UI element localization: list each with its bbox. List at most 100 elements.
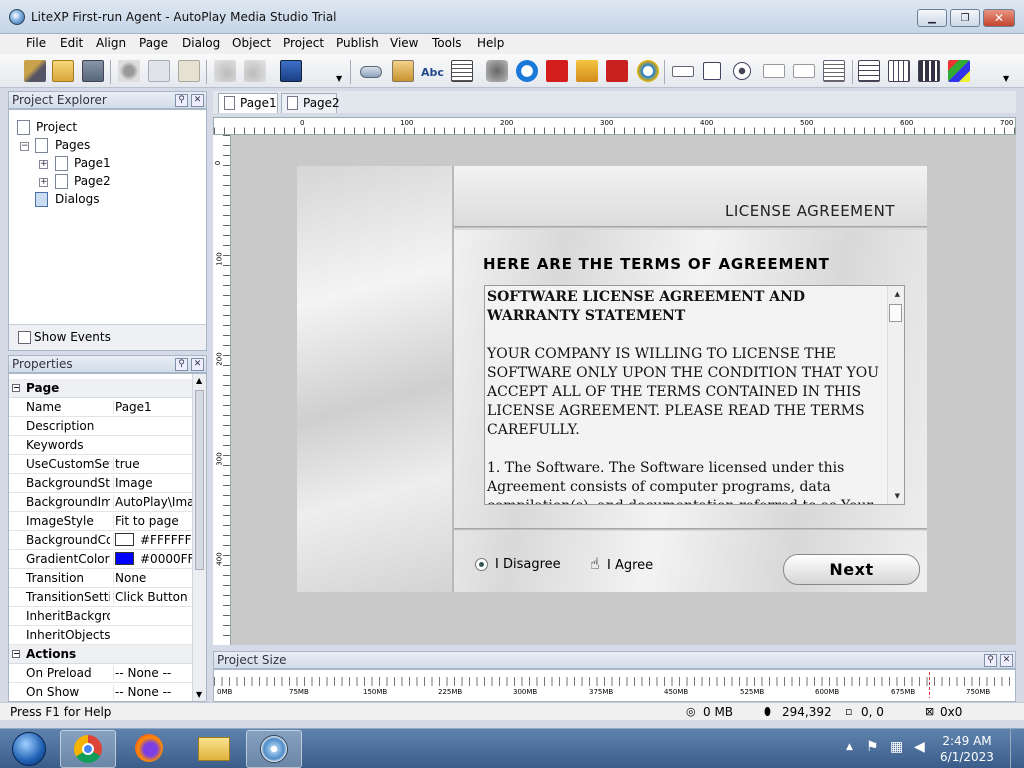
category-actions[interactable]: − Actions (9, 645, 193, 664)
button-object-icon[interactable] (360, 66, 382, 78)
prop-row[interactable]: On Preload -- None -- (9, 664, 193, 683)
copy-icon[interactable] (148, 60, 170, 82)
preview-icon[interactable] (280, 60, 302, 82)
scroll-thumb[interactable] (195, 390, 204, 570)
firefox-taskbar-icon[interactable] (122, 730, 178, 768)
scroll-up-icon[interactable]: ▲ (895, 290, 900, 298)
combobox-object-icon[interactable] (763, 64, 785, 78)
tab-page1[interactable]: Page1 (218, 93, 278, 113)
file-explorer-taskbar-icon[interactable] (186, 730, 242, 768)
close-icon[interactable]: ✕ (191, 94, 204, 107)
grid-object-icon[interactable] (858, 60, 880, 82)
collapse-icon[interactable]: − (12, 650, 20, 658)
menu-project[interactable]: Project (283, 36, 324, 50)
prop-row[interactable]: Name Page1 (9, 398, 193, 417)
prop-row[interactable]: ImageStyle Fit to page (9, 512, 193, 531)
scroll-down-icon[interactable]: ▼ (196, 690, 202, 699)
pdf-object-icon[interactable] (606, 60, 628, 82)
tree-object-icon[interactable] (823, 60, 845, 82)
close-icon[interactable]: ✕ (191, 358, 204, 371)
network-icon[interactable]: ▦ (890, 739, 903, 755)
prop-row[interactable]: Transition None (9, 569, 193, 588)
prop-row[interactable]: InheritObjects (9, 626, 193, 645)
close-button[interactable]: ✕ (983, 9, 1015, 27)
radio-object-icon[interactable] (733, 62, 751, 80)
system-clock[interactable]: 2:49 AM 6/1/2023 (932, 733, 1002, 765)
toolbar-overflow-icon[interactable]: ▼ (1003, 74, 1009, 83)
flash-object-icon[interactable] (546, 60, 568, 82)
xbutton-object-icon[interactable] (948, 60, 970, 82)
action-center-icon[interactable]: ⚑ (866, 739, 879, 755)
expand-icon[interactable]: + (39, 178, 48, 187)
tree-item-pages[interactable]: Pages (55, 138, 90, 152)
scroll-thumb[interactable] (889, 304, 902, 322)
wand-icon[interactable] (24, 60, 46, 82)
prop-row[interactable]: On Show -- None -- (9, 683, 193, 701)
slideshow-object-icon[interactable] (576, 60, 598, 82)
autoplay-taskbar-icon[interactable] (246, 730, 302, 768)
prop-row[interactable]: InheritBackground (9, 607, 193, 626)
menu-align[interactable]: Align (96, 36, 126, 50)
show-hidden-icons[interactable]: ▲ (846, 742, 853, 752)
start-button[interactable] (2, 730, 58, 768)
prop-row[interactable]: Keywords (9, 436, 193, 455)
image-object-icon[interactable] (392, 60, 414, 82)
scroll-down-icon[interactable]: ▼ (895, 492, 900, 500)
prop-row[interactable]: GradientColor #0000FF (9, 550, 193, 569)
tree-item-project[interactable]: Project (36, 120, 77, 134)
prop-row[interactable]: Description (9, 417, 193, 436)
prop-row[interactable]: BackgroundImageAutoPlay\Images (9, 493, 193, 512)
license-text-box[interactable]: SOFTWARE LICENSE AGREEMENT AND WARRANTY … (484, 285, 905, 505)
open-folder-icon[interactable] (52, 60, 74, 82)
menu-edit[interactable]: Edit (60, 36, 83, 50)
chrome-taskbar-icon[interactable] (60, 730, 116, 768)
prop-row[interactable]: UseCustomSettingstrue (9, 455, 193, 474)
collapse-icon[interactable]: − (12, 384, 20, 392)
next-button[interactable]: Next (783, 554, 920, 585)
color-swatch[interactable] (115, 552, 134, 565)
paragraph-object-icon[interactable] (451, 60, 473, 82)
minimize-button[interactable]: ▁ (917, 9, 947, 27)
category-page[interactable]: − Page (9, 379, 193, 398)
ie-object-icon[interactable] (637, 60, 659, 82)
menu-view[interactable]: View (390, 36, 418, 50)
progress-object-icon[interactable] (918, 60, 940, 82)
video-object-icon[interactable] (486, 60, 508, 82)
menu-help[interactable]: Help (477, 36, 504, 50)
input-object-icon[interactable] (672, 66, 694, 77)
web-object-icon[interactable] (516, 60, 538, 82)
scroll-up-icon[interactable]: ▲ (196, 376, 202, 385)
tab-page2[interactable]: Page2 (281, 93, 340, 113)
expand-icon[interactable]: + (39, 160, 48, 169)
menu-object[interactable]: Object (232, 36, 271, 50)
license-scrollbar[interactable]: ▲ ▼ (887, 286, 904, 504)
menu-page[interactable]: Page (139, 36, 168, 50)
disagree-radio[interactable] (475, 558, 488, 571)
menu-publish[interactable]: Publish (336, 36, 379, 50)
tree-item-page2[interactable]: Page2 (74, 174, 111, 188)
color-swatch[interactable] (115, 533, 134, 546)
pin-icon[interactable]: ⚲ (984, 654, 997, 667)
pin-icon[interactable]: ⚲ (175, 358, 188, 371)
maximize-button[interactable]: ❐ (950, 9, 980, 27)
menu-dialog[interactable]: Dialog (182, 36, 220, 50)
redo-icon[interactable] (244, 60, 266, 82)
prop-row[interactable]: BackgroundColor#FFFFFF (9, 531, 193, 550)
undo-icon[interactable] (214, 60, 236, 82)
pin-icon[interactable]: ⚲ (175, 94, 188, 107)
menu-file[interactable]: File (26, 36, 46, 50)
cut-icon[interactable] (118, 60, 140, 82)
menu-tools[interactable]: Tools (432, 36, 462, 50)
show-events-checkbox[interactable] (18, 331, 31, 344)
close-icon[interactable]: ✕ (1000, 654, 1013, 667)
agree-label[interactable]: I Agree (607, 558, 653, 573)
properties-scrollbar[interactable]: ▲ ▼ (192, 374, 206, 701)
volume-icon[interactable]: ◀ (914, 739, 925, 755)
save-icon[interactable] (82, 60, 104, 82)
prop-row[interactable]: TransitionSettingsClick Button (9, 588, 193, 607)
label-object-icon[interactable]: Abc (421, 66, 444, 79)
collapse-icon[interactable]: − (20, 142, 29, 151)
tree-item-dialogs[interactable]: Dialogs (55, 192, 99, 206)
checkbox-object-icon[interactable] (703, 62, 721, 80)
prop-row[interactable]: BackgroundStyleImage (9, 474, 193, 493)
